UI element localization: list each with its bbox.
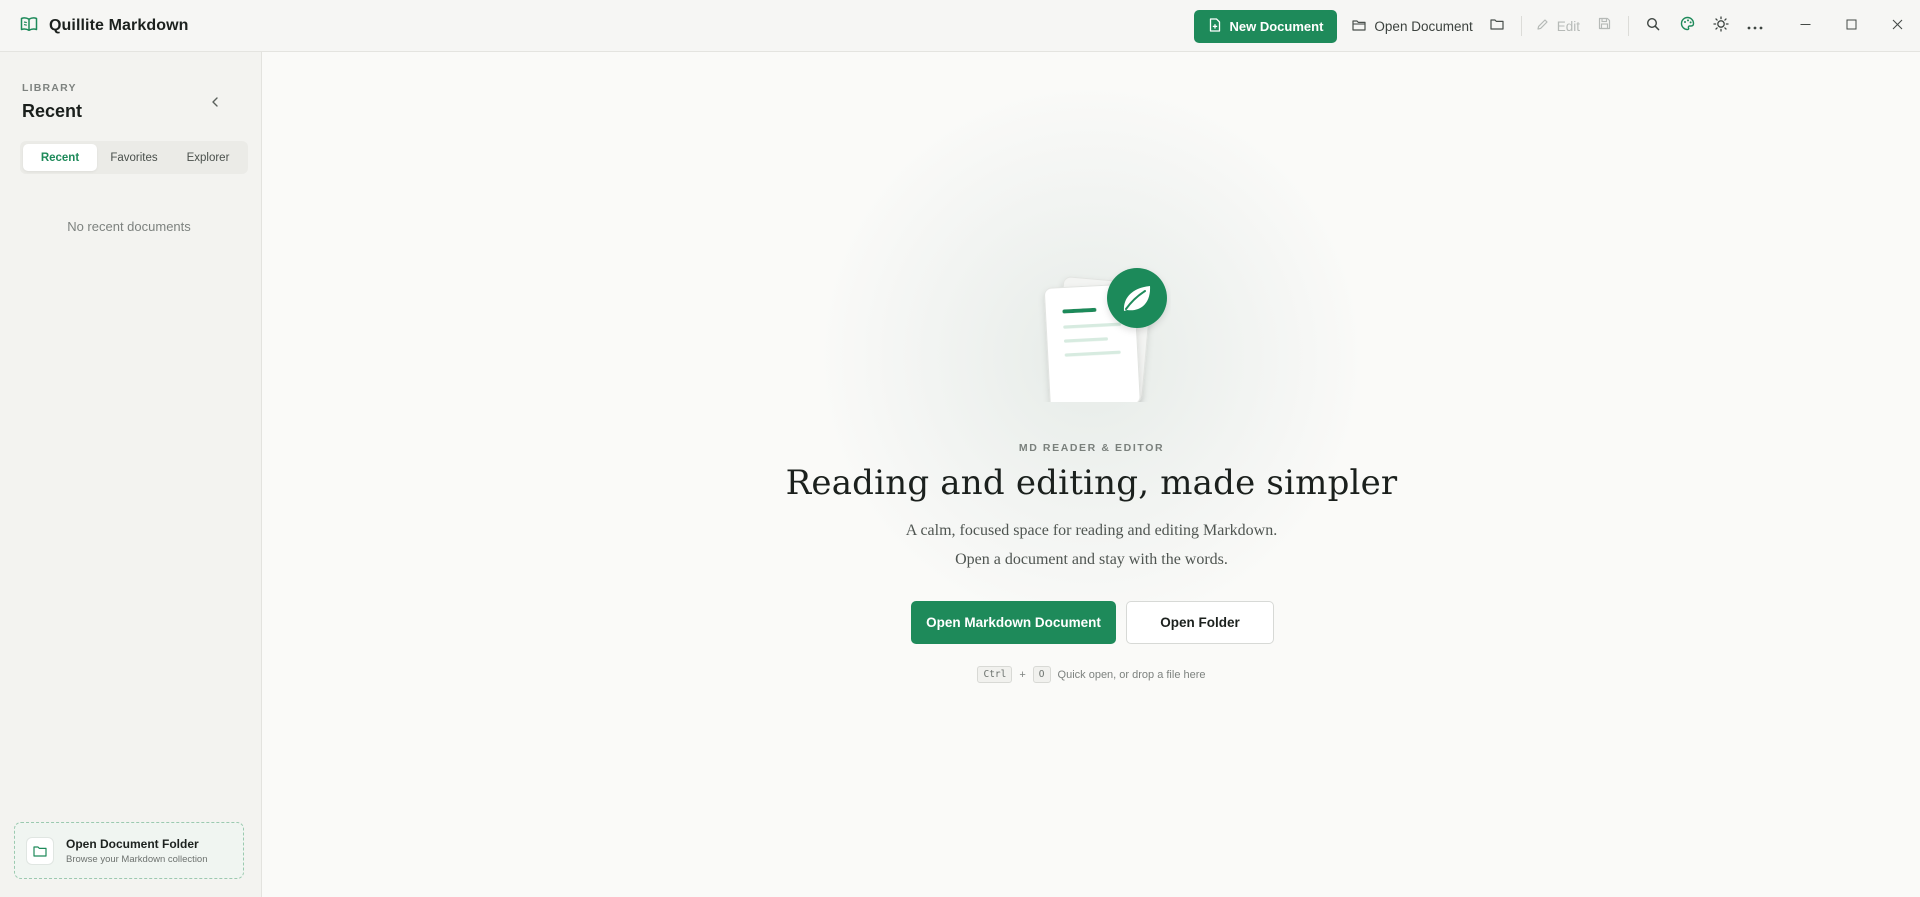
open-document-folder-card[interactable]: Open Document Folder Browse your Markdow… <box>14 822 244 879</box>
empty-recent-message: No recent documents <box>67 219 191 234</box>
toolbar-divider <box>1628 16 1629 36</box>
sidebar-title: Recent <box>22 101 83 121</box>
save-button[interactable] <box>1587 10 1621 42</box>
open-markdown-document-button[interactable]: Open Markdown Document <box>911 601 1116 644</box>
quick-open-hint: Ctrl + O Quick open, or drop a file here <box>263 666 1920 683</box>
book-icon <box>20 16 38 37</box>
folder-icon <box>1352 19 1367 34</box>
close-icon <box>1892 17 1903 35</box>
sidebar: LIBRARY Recent Recent Favorites Explorer… <box>0 52 262 897</box>
edit-button[interactable]: Edit <box>1529 10 1587 42</box>
minimize-icon <box>1800 17 1811 35</box>
maximize-icon <box>1846 17 1857 35</box>
welcome-subline-1: A calm, focused space for reading and ed… <box>905 522 1278 539</box>
minimize-button[interactable] <box>1782 0 1828 52</box>
title-bar: Quillite Markdown New Document Open Docu… <box>0 0 1920 52</box>
open-document-button[interactable]: Open Document <box>1345 10 1479 42</box>
open-folder-button[interactable]: Open Folder <box>1126 601 1274 644</box>
pencil-icon <box>1536 18 1549 34</box>
document-illustration <box>1031 262 1171 409</box>
app-title: Quillite Markdown <box>49 17 189 34</box>
collapse-sidebar-button[interactable] <box>211 93 219 113</box>
tab-recent[interactable]: Recent <box>23 144 97 171</box>
welcome-area: MD READER & EDITOR Reading and editing, … <box>263 53 1920 897</box>
palette-icon <box>1680 16 1695 36</box>
save-icon <box>1598 17 1611 35</box>
folder-icon <box>26 836 54 865</box>
theme-toggle-button[interactable] <box>1704 10 1738 42</box>
kbd-plus: + <box>1019 668 1026 681</box>
folder-card-subtitle: Browse your Markdown collection <box>66 853 208 865</box>
new-document-label: New Document <box>1229 18 1324 34</box>
more-icon <box>1747 17 1763 35</box>
sidebar-tabs: Recent Favorites Explorer <box>20 141 248 174</box>
folder-card-title: Open Document Folder <box>66 836 199 851</box>
close-button[interactable] <box>1874 0 1920 52</box>
edit-label: Edit <box>1556 18 1580 34</box>
folder-icon <box>1490 17 1504 35</box>
kbd-ctrl: Ctrl <box>977 666 1013 683</box>
tab-explorer[interactable]: Explorer <box>171 144 245 171</box>
maximize-button[interactable] <box>1828 0 1874 52</box>
more-options-button[interactable] <box>1738 10 1772 42</box>
app-brand: Quillite Markdown <box>20 14 189 38</box>
welcome-subline-2: Open a document and stay with the words. <box>955 551 1228 568</box>
welcome-headline: Reading and editing, made simpler <box>785 463 1398 503</box>
hint-text: Quick open, or drop a file here <box>1057 668 1206 681</box>
kbd-o: O <box>1032 666 1051 683</box>
search-button[interactable] <box>1636 10 1670 42</box>
folder-card-text: Open Document Folder Browse your Markdow… <box>66 837 208 865</box>
new-document-button[interactable]: New Document <box>1193 9 1338 43</box>
welcome-eyebrow: MD READER & EDITOR <box>1018 442 1165 454</box>
open-document-label: Open Document <box>1374 18 1473 34</box>
sun-icon <box>1713 15 1729 37</box>
open-folder-button[interactable] <box>1480 10 1514 42</box>
toolbar: New Document Open Document Edit <box>1193 0 1920 52</box>
toolbar-divider <box>1520 16 1522 36</box>
search-icon <box>1646 17 1660 36</box>
tab-favorites[interactable]: Favorites <box>97 144 171 171</box>
library-eyebrow: LIBRARY <box>22 82 77 94</box>
theme-palette-button[interactable] <box>1670 10 1704 42</box>
file-plus-icon <box>1209 17 1221 35</box>
chevron-left-icon <box>211 94 219 112</box>
